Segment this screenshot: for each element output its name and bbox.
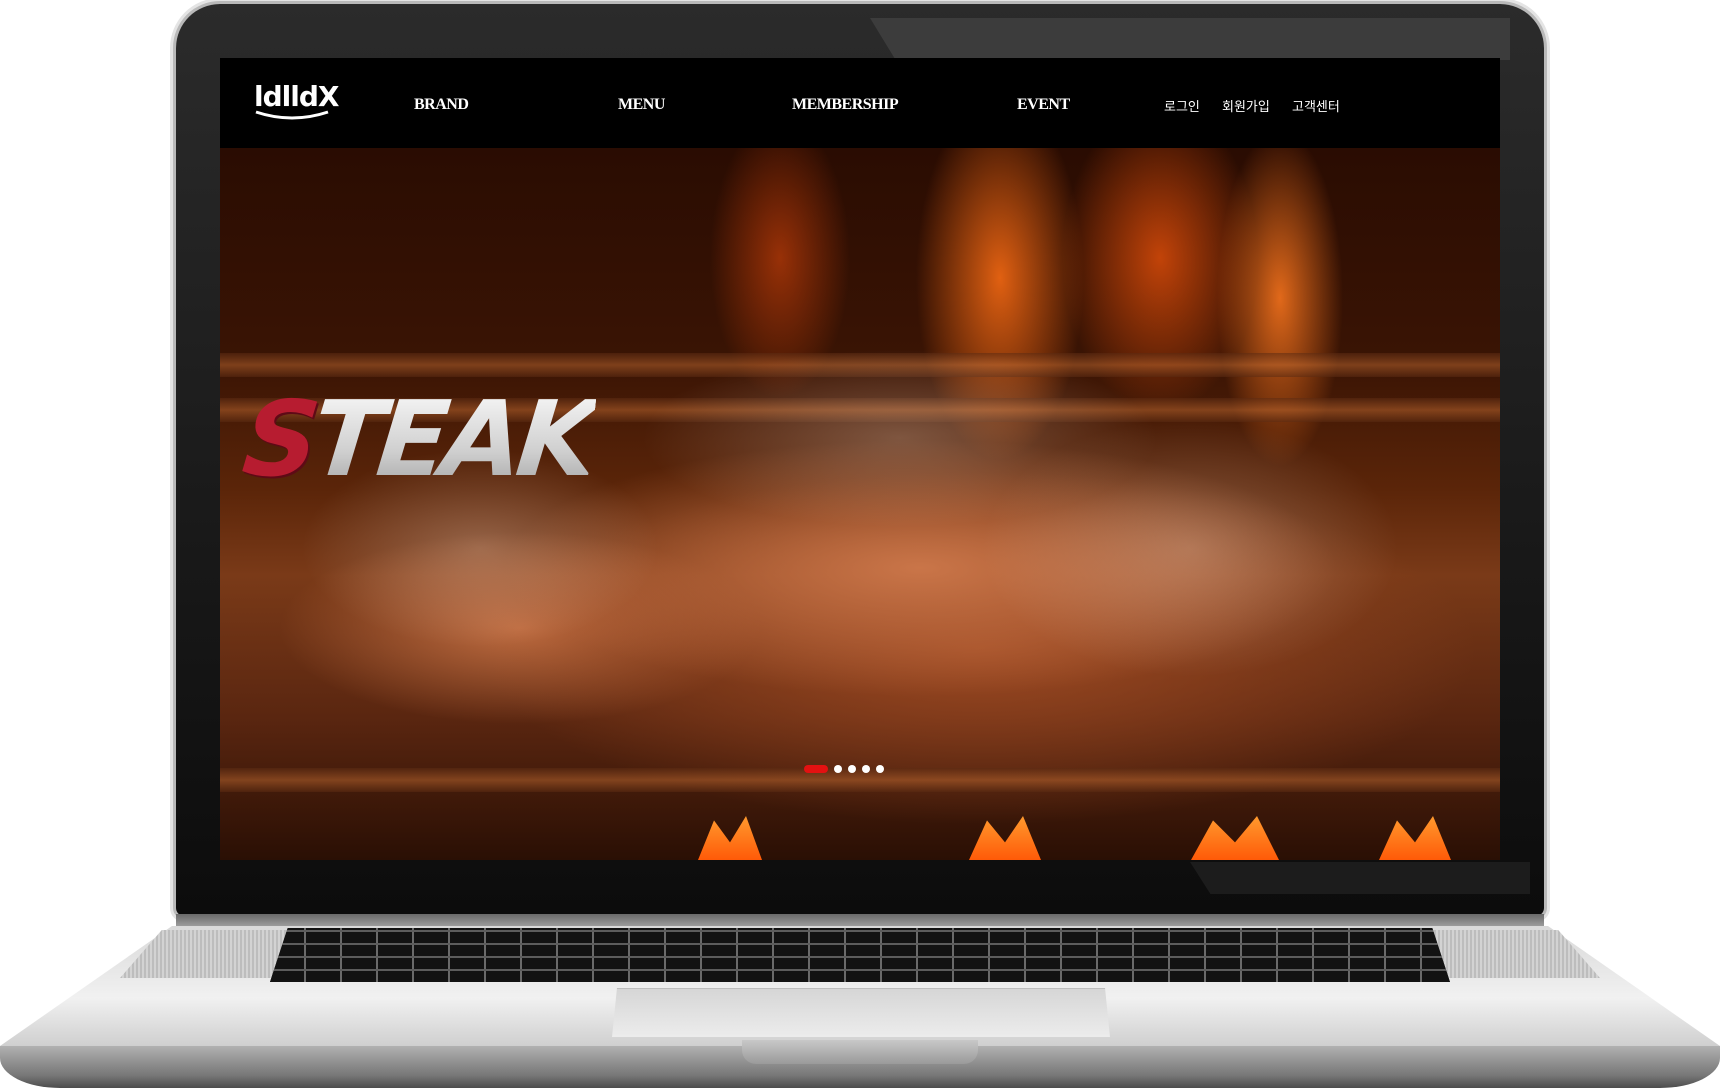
laptop-screen: ldlldX BRAND MENU MEMBERSHIP EVENT 로그인 회… <box>220 58 1500 860</box>
nav-membership[interactable]: MEMBERSHIP <box>792 96 899 114</box>
brand-logo[interactable]: ldlldX <box>254 80 339 113</box>
slide-pagination <box>804 765 884 773</box>
flame-ember <box>1191 816 1279 860</box>
slide-dot-2[interactable] <box>834 765 842 773</box>
screen-bezel-glare <box>870 18 1510 60</box>
laptop-trackpad <box>612 988 1110 1037</box>
nav-brand[interactable]: BRAND <box>414 96 469 114</box>
site-header: ldlldX BRAND MENU MEMBERSHIP EVENT 로그인 회… <box>220 58 1500 148</box>
flame-ember <box>1379 816 1451 860</box>
smoke-effect <box>980 418 1400 678</box>
support-link[interactable]: 고객센터 <box>1292 96 1340 115</box>
laptop-opening-notch <box>742 1040 978 1064</box>
hero-headline: STEAK <box>238 378 599 500</box>
flame-ember <box>698 816 762 860</box>
slide-dot-4[interactable] <box>862 765 870 773</box>
logo-swoosh-icon <box>255 110 329 120</box>
slide-dot-5[interactable] <box>876 765 884 773</box>
nav-menu[interactable]: MENU <box>618 96 665 114</box>
screen-bezel-glare-bottom <box>1190 862 1530 894</box>
laptop-hinge <box>176 914 1544 926</box>
laptop-keyboard <box>270 928 1450 982</box>
slide-dot-3[interactable] <box>848 765 856 773</box>
signup-link[interactable]: 회원가입 <box>1222 96 1270 115</box>
flame-ember <box>969 816 1041 860</box>
nav-event[interactable]: EVENT <box>1017 96 1070 114</box>
hero-headline-rest: TEAK <box>306 378 599 500</box>
login-link[interactable]: 로그인 <box>1164 96 1200 115</box>
hero-headline-initial: S <box>237 378 320 500</box>
hero-banner-image: STEAK <box>220 148 1500 860</box>
slide-dot-1-active[interactable] <box>804 765 828 773</box>
